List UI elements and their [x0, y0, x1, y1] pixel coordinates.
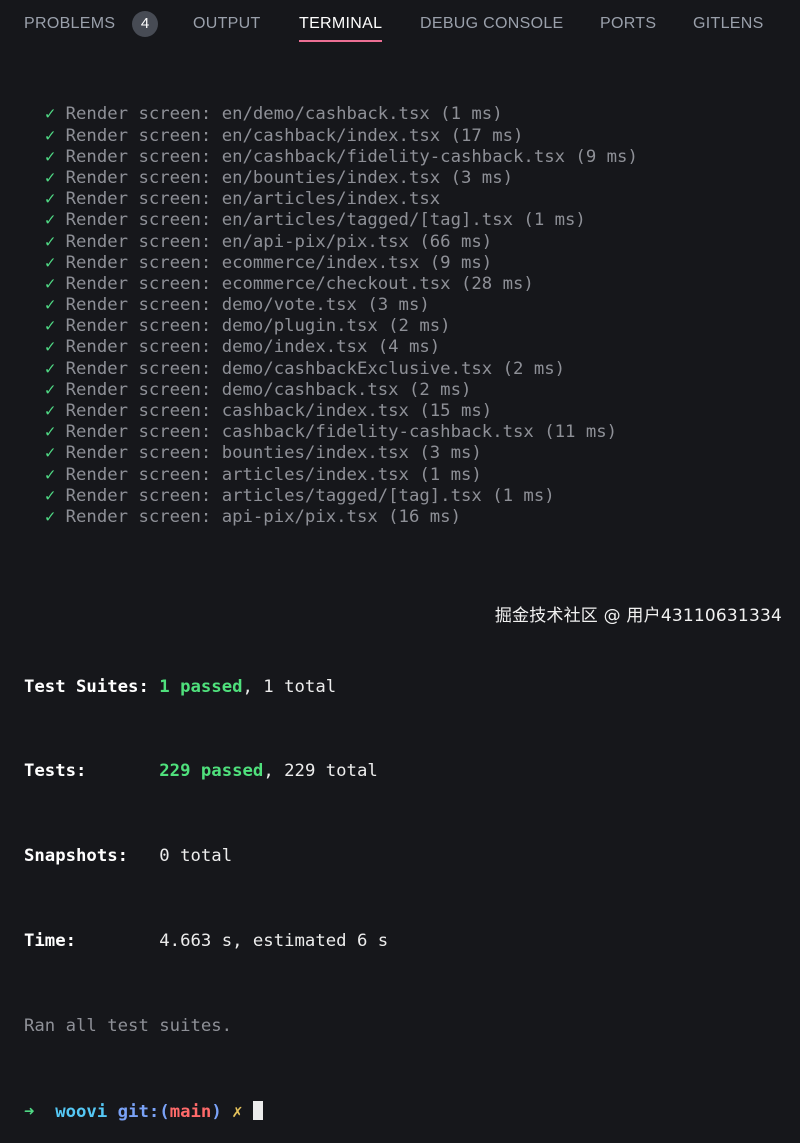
test-result-text: Render screen: demo/cashback.tsx (2 ms)	[65, 379, 472, 400]
git-label: git:(	[117, 1101, 170, 1122]
tab-gitlens[interactable]: GITLENS	[693, 14, 764, 34]
test-result-text: Render screen: cashback/fidelity-cashbac…	[65, 422, 618, 443]
test-result-text: Render screen: articles/index.tsx (1 ms)	[65, 464, 482, 485]
summary-label: Test Suites:	[24, 676, 149, 697]
problems-count-badge: 4	[132, 11, 158, 37]
summary-tests: Tests: 229 passed, 229 total	[24, 761, 794, 782]
total-count: , 1 total	[242, 676, 337, 697]
test-result-text: Render screen: demo/plugin.tsx (2 ms)	[65, 316, 451, 337]
passed-count: 1 passed	[159, 676, 243, 697]
check-icon: ✓	[44, 358, 56, 379]
terminal-cursor[interactable]	[252, 1100, 263, 1120]
test-result-text: Render screen: en/articles/index.tsx	[65, 189, 441, 210]
ran-all-message: Ran all test suites.	[24, 1015, 233, 1036]
test-result-text: Render screen: en/articles/tagged/[tag].…	[65, 210, 586, 231]
test-result-line: ✓ Render screen: demo/plugin.tsx (2 ms)	[24, 316, 794, 337]
git-branch: main	[169, 1101, 212, 1122]
test-result-line: ✓ Render screen: en/cashback/index.tsx (…	[24, 126, 794, 147]
test-result-line: ✓ Render screen: articles/index.tsx (1 m…	[24, 465, 794, 486]
summary-label: Tests:	[24, 761, 87, 782]
active-tab-indicator	[299, 40, 383, 42]
check-icon: ✓	[44, 295, 56, 316]
test-result-text: Render screen: api-pix/pix.tsx (16 ms)	[65, 506, 461, 527]
check-icon: ✓	[44, 273, 56, 294]
tab-debug-console[interactable]: DEBUG CONSOLE	[420, 14, 564, 34]
test-result-line: ✓ Render screen: demo/cashback.tsx (2 ms…	[24, 380, 794, 401]
check-icon: ✓	[44, 401, 56, 422]
tab-terminal[interactable]: TERMINAL	[299, 14, 383, 42]
check-icon: ✓	[44, 210, 56, 231]
watermark: 掘金技术社区 @ 用户43110631334	[494, 606, 782, 626]
check-icon: ✓	[44, 422, 56, 443]
test-result-line: ✓ Render screen: cashback/index.tsx (15 …	[24, 401, 794, 422]
test-result-text: Render screen: demo/index.tsx (4 ms)	[65, 337, 441, 358]
git-label-close: )	[211, 1101, 222, 1122]
snapshots-value: 0 total	[159, 846, 233, 867]
test-result-text: Render screen: ecommerce/checkout.tsx (2…	[65, 273, 534, 294]
tab-output[interactable]: OUTPUT	[193, 14, 261, 34]
test-result-text: Render screen: demo/vote.tsx (3 ms)	[65, 295, 430, 316]
dirty-marker-icon: ✗	[232, 1101, 243, 1122]
summary-label: Time:	[24, 930, 77, 951]
tab-terminal-label: TERMINAL	[299, 15, 383, 32]
test-result-line: ✓ Render screen: demo/cashbackExclusive.…	[24, 359, 794, 380]
test-result-line: ✓ Render screen: api-pix/pix.tsx (16 ms)	[24, 507, 794, 528]
summary-snapshots: Snapshots: 0 total	[24, 846, 794, 867]
test-result-line: ✓ Render screen: en/articles/index.tsx	[24, 189, 794, 210]
passed-count: 229 passed	[159, 761, 264, 782]
test-result-text: Render screen: cashback/index.tsx (15 ms…	[65, 401, 493, 422]
test-result-line: ✓ Render screen: cashback/fidelity-cashb…	[24, 422, 794, 443]
test-result-line: ✓ Render screen: en/demo/cashback.tsx (1…	[24, 104, 794, 125]
check-icon: ✓	[44, 337, 56, 358]
check-icon: ✓	[44, 146, 56, 167]
test-result-line: ✓ Render screen: ecommerce/checkout.tsx …	[24, 274, 794, 295]
test-result-text: Render screen: en/bounties/index.tsx (3 …	[65, 167, 514, 188]
panel-tab-bar: PROBLEMS 4 OUTPUT TERMINAL DEBUG CONSOLE…	[0, 0, 800, 50]
test-results-list: ✓ Render screen: en/demo/cashback.tsx (1…	[24, 104, 794, 528]
time-value: 4.663 s, estimated 6 s	[159, 930, 389, 951]
tab-problems[interactable]: PROBLEMS	[24, 14, 115, 34]
prompt-directory: woovi	[55, 1101, 108, 1122]
check-icon: ✓	[44, 252, 56, 273]
check-icon: ✓	[44, 485, 56, 506]
test-result-line: ✓ Render screen: demo/vote.tsx (3 ms)	[24, 295, 794, 316]
test-result-text: Render screen: bounties/index.tsx (3 ms)	[65, 443, 482, 464]
test-result-text: Render screen: en/cashback/index.tsx (17…	[65, 125, 524, 146]
test-result-text: Render screen: articles/tagged/[tag].tsx…	[65, 485, 555, 506]
test-result-line: ✓ Render screen: en/cashback/fidelity-ca…	[24, 147, 794, 168]
test-result-text: Render screen: ecommerce/index.tsx (9 ms…	[65, 252, 493, 273]
summary-label: Snapshots:	[24, 846, 129, 867]
prompt-arrow-icon: ➜	[24, 1101, 35, 1122]
test-result-line: ✓ Render screen: ecommerce/index.tsx (9 …	[24, 253, 794, 274]
test-result-line: ✓ Render screen: en/bounties/index.tsx (…	[24, 168, 794, 189]
test-result-text: Render screen: demo/cashbackExclusive.ts…	[65, 358, 566, 379]
test-result-line: ✓ Render screen: bounties/index.tsx (3 m…	[24, 443, 794, 464]
test-result-line: ✓ Render screen: en/articles/tagged/[tag…	[24, 210, 794, 231]
test-result-line: ✓ Render screen: articles/tagged/[tag].t…	[24, 486, 794, 507]
test-result-text: Render screen: en/demo/cashback.tsx (1 m…	[65, 104, 503, 125]
shell-prompt[interactable]: ➜ woovi git:(main) ✗	[24, 1100, 794, 1122]
check-icon: ✓	[44, 231, 56, 252]
check-icon: ✓	[44, 316, 56, 337]
check-icon: ✓	[44, 125, 56, 146]
check-icon: ✓	[44, 189, 56, 210]
test-result-line: ✓ Render screen: en/api-pix/pix.tsx (66 …	[24, 232, 794, 253]
check-icon: ✓	[44, 104, 56, 125]
check-icon: ✓	[44, 379, 56, 400]
test-result-text: Render screen: en/cashback/fidelity-cash…	[65, 146, 638, 167]
check-icon: ✓	[44, 464, 56, 485]
summary-time: Time: 4.663 s, estimated 6 s	[24, 931, 794, 952]
test-result-text: Render screen: en/api-pix/pix.tsx (66 ms…	[65, 231, 493, 252]
check-icon: ✓	[44, 443, 56, 464]
tab-ports[interactable]: PORTS	[600, 14, 656, 34]
summary-test-suites: Test Suites: 1 passed, 1 total	[24, 677, 794, 698]
check-icon: ✓	[44, 506, 56, 527]
total-count: , 229 total	[263, 761, 378, 782]
check-icon: ✓	[44, 167, 56, 188]
test-result-line: ✓ Render screen: demo/index.tsx (4 ms)	[24, 337, 794, 358]
